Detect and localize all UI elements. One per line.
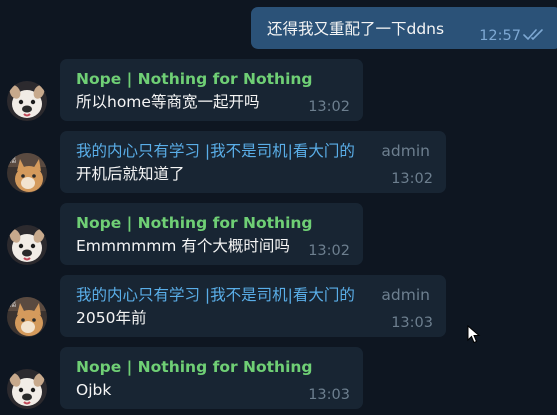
chat-message-list[interactable]: 还得我又重配了一下ddns 12:57 Nope | Nothing for N… [0, 0, 557, 415]
incoming-message-bubble[interactable]: Nope | Nothing for Nothing Ojbk 13:03 [60, 347, 363, 409]
message-time: 13:02 [308, 99, 350, 115]
incoming-message-bubble[interactable]: 我的内心只有学习 |我不是司机|看大门的 admin 开机后就知道了 13:02 [60, 131, 446, 193]
outgoing-message-bubble[interactable]: 还得我又重配了一下ddns 12:57 [251, 7, 557, 49]
message-time: 13:02 [391, 171, 433, 187]
bulldog-avatar-icon[interactable] [7, 81, 47, 121]
message-time: 12:57 [479, 28, 521, 44]
cat-avatar-icon[interactable]: 福 [7, 297, 47, 337]
message-text: Ojbk [76, 381, 112, 399]
bulldog-avatar-icon[interactable] [7, 225, 47, 265]
sender-name[interactable]: Nope | Nothing for Nothing [76, 213, 313, 233]
message-time: 13:02 [308, 243, 350, 259]
svg-text:福: 福 [9, 155, 16, 164]
message-text: 2050年前 [76, 309, 147, 327]
incoming-message-bubble[interactable]: Nope | Nothing for Nothing Emmmmmm 有个大概时… [60, 203, 363, 265]
sender-name[interactable]: Nope | Nothing for Nothing [76, 357, 313, 377]
message-text: 所以home等商宽一起开吗 [76, 93, 260, 111]
double-check-icon [523, 29, 543, 41]
incoming-message-bubble[interactable]: Nope | Nothing for Nothing 所以home等商宽一起开吗… [60, 59, 363, 121]
bulldog-avatar-icon[interactable] [7, 369, 47, 409]
admin-badge: admin [381, 286, 430, 304]
message-time: 13:03 [391, 315, 433, 331]
mouse-cursor-icon [467, 325, 481, 344]
message-time: 13:03 [308, 387, 350, 403]
incoming-message-bubble[interactable]: 我的内心只有学习 |我不是司机|看大门的 admin 2050年前 13:03 [60, 275, 446, 337]
sender-name[interactable]: 我的内心只有学习 |我不是司机|看大门的 [76, 285, 355, 305]
sender-name[interactable]: Nope | Nothing for Nothing [76, 69, 313, 89]
message-text: Emmmmmm 有个大概时间吗 [76, 237, 290, 255]
admin-badge: admin [381, 142, 430, 160]
cat-avatar-icon[interactable]: 福 [7, 153, 47, 193]
sender-name[interactable]: 我的内心只有学习 |我不是司机|看大门的 [76, 141, 355, 161]
message-text: 开机后就知道了 [76, 165, 185, 183]
svg-text:福: 福 [9, 299, 16, 308]
message-text: 还得我又重配了一下ddns [267, 20, 445, 38]
